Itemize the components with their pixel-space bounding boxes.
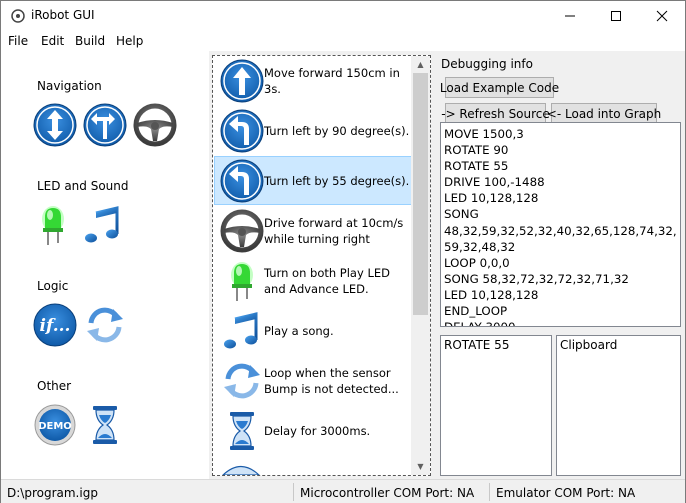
code-line: LED 10,128,128 <box>444 287 539 302</box>
command-list[interactable]: Move forward 150cm in 3s. Turn left by 9… <box>212 55 431 476</box>
command-item[interactable]: Drive forward at 10cm/s while turning ri… <box>214 206 412 255</box>
turn-left-icon <box>220 109 264 153</box>
code-line: 48,32,59,32,52,32,40,32,65,128,74,32,59,… <box>444 223 677 254</box>
code-line: ROTATE 90 <box>444 143 509 158</box>
code-line: DRIVE 100,-1488 <box>444 175 545 190</box>
command-text: Drive forward at 10cm/s while turning ri… <box>264 215 404 246</box>
debugging-info-label: Debugging info <box>441 57 533 71</box>
title-bar: iRobot GUI <box>1 1 685 31</box>
command-list-scrollbar[interactable]: ▲ ▼ <box>411 56 430 475</box>
demo-icon[interactable] <box>33 403 77 447</box>
move-forward-icon <box>220 59 264 103</box>
command-item[interactable]: Loop when the sensor Bump is not detecte… <box>214 356 412 405</box>
music-note-icon[interactable] <box>81 203 125 247</box>
code-line: MOVE 1500,3 <box>444 127 524 141</box>
code-line: DELAY 3000 <box>444 319 680 326</box>
block-palette: Navigation LED and Sound Logic Other <box>1 51 209 479</box>
app-icon <box>11 9 25 23</box>
loop-icon <box>220 359 264 403</box>
led-icon[interactable] <box>31 203 75 247</box>
status-mcu-port: Microcontroller COM Port: NA <box>300 486 475 500</box>
command-item[interactable]: Move forward 150cm in 3s. <box>214 56 412 105</box>
minimize-button[interactable] <box>547 1 593 31</box>
turn-left-icon <box>220 159 264 203</box>
source-code-editor[interactable]: MOVE 1500,3 ROTATE 90 ROTATE 55 DRIVE 100,-… <box>440 122 681 327</box>
move-forward-icon[interactable] <box>33 103 77 147</box>
command-text: Turn left by 55 degree(s). <box>264 173 410 188</box>
category-logic-label: Logic <box>37 279 69 293</box>
menu-edit[interactable]: Edit <box>41 34 64 48</box>
scroll-down-arrow[interactable]: ▼ <box>411 458 430 475</box>
command-item[interactable]: Turn on both Play LED and Advance LED. <box>214 256 412 305</box>
code-line: LED 10,128,128 <box>444 191 539 206</box>
scrollbar-thumb[interactable] <box>413 73 428 315</box>
menu-help[interactable]: Help <box>116 34 143 48</box>
code-line: ROTATE 55 <box>444 159 509 174</box>
menu-bar: File Edit Build Help <box>1 31 685 51</box>
turn-left-icon[interactable] <box>83 103 127 147</box>
category-navigation-label: Navigation <box>37 79 102 93</box>
close-icon <box>656 10 668 22</box>
steering-wheel-icon[interactable] <box>133 103 177 147</box>
command-text: Turn on both Play LED and Advance LED. <box>264 265 390 296</box>
command-text: Turn left by 90 degree(s). <box>264 123 410 138</box>
music-note-icon <box>220 309 264 353</box>
loop-icon[interactable] <box>83 303 127 347</box>
clipboard-box[interactable]: Clipboard <box>556 335 681 476</box>
command-item[interactable]: Play a song. <box>214 306 412 355</box>
maximize-icon <box>611 11 621 21</box>
load-into-graph-button[interactable]: <- Load into Graph <box>547 103 661 124</box>
close-button[interactable] <box>639 1 685 31</box>
status-bar: D:\program.igp Microcontroller COM Port:… <box>1 479 685 503</box>
command-text: Delay for 3000ms. <box>264 423 371 438</box>
status-emulator-port: Emulator COM Port: NA <box>496 486 636 500</box>
refresh-source-button[interactable]: -> Refresh Source <box>441 103 550 124</box>
command-item[interactable]: Turn left by 90 degree(s). <box>214 106 412 155</box>
selected-code-text: ROTATE 55 <box>444 338 510 352</box>
command-text: Loop when the sensor Bump is not detecte… <box>264 365 399 396</box>
category-led-sound-label: LED and Sound <box>37 179 129 193</box>
command-item-selected[interactable]: Turn left by 55 degree(s). <box>214 156 412 205</box>
if-icon[interactable] <box>33 303 77 347</box>
status-separator <box>293 483 294 501</box>
clipboard-label: Clipboard <box>560 338 618 352</box>
selected-code-box[interactable]: ROTATE 55 <box>440 335 552 476</box>
menu-build[interactable]: Build <box>75 34 105 48</box>
load-example-button[interactable]: Load Example Code <box>440 77 559 98</box>
category-other-label: Other <box>37 379 72 393</box>
led-icon <box>220 259 264 303</box>
steering-wheel-icon <box>220 209 264 253</box>
hourglass-icon[interactable] <box>83 403 127 447</box>
menu-file[interactable]: File <box>8 34 28 48</box>
app-window: iRobot GUI File Edit Build Help Navigati… <box>0 0 686 503</box>
minimize-icon <box>565 15 575 17</box>
partial-item-icon <box>222 465 260 475</box>
code-line: END_LOOP <box>444 304 508 319</box>
command-text: Play a song. <box>264 323 334 338</box>
code-line: LOOP 0,0,0 <box>444 255 510 270</box>
maximize-button[interactable] <box>593 1 639 31</box>
window-title: iRobot GUI <box>31 8 95 22</box>
scroll-up-arrow[interactable]: ▲ <box>411 56 430 73</box>
code-line: SONG <box>444 207 479 222</box>
code-line: SONG 58,32,72,32,72,32,71,32 <box>444 271 629 286</box>
command-item[interactable]: Delay for 3000ms. <box>214 406 412 455</box>
hourglass-icon <box>220 409 264 453</box>
status-separator <box>489 483 490 501</box>
command-text: Move forward 150cm in 3s. <box>264 65 400 96</box>
status-file-path: D:\program.igp <box>7 486 98 500</box>
